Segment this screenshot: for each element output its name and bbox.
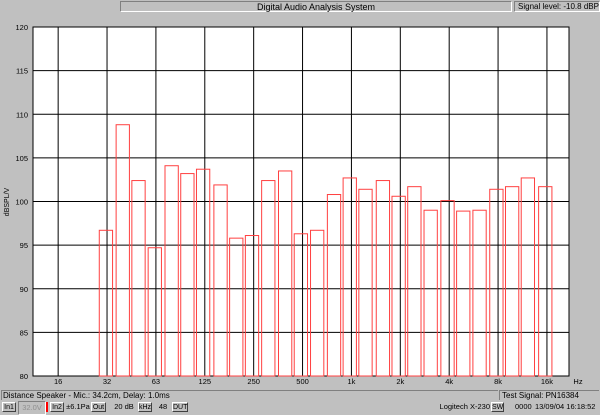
x-tick-label: 16k xyxy=(541,377,553,386)
y-tick-labels: 80 85 90 95 100 105 110 115 120 xyxy=(15,23,28,381)
gain-readout: 20 dB xyxy=(114,402,134,411)
input2-pressure: ±6.1Pa xyxy=(66,402,90,411)
x-tick-label: 4k xyxy=(445,377,453,386)
x-tick-label: 16 xyxy=(54,377,62,386)
x-tick-label: 125 xyxy=(199,377,212,386)
x-tick-label: 63 xyxy=(152,377,160,386)
x-tick-label: 1k xyxy=(347,377,355,386)
y-tick-label: 100 xyxy=(15,198,28,207)
y-tick-label: 105 xyxy=(15,154,28,163)
x-axis-unit-label: Hz xyxy=(573,377,582,386)
input-level-indicator xyxy=(46,402,48,412)
window-title: Digital Audio Analysis System xyxy=(120,1,512,12)
sw-button[interactable]: SW xyxy=(491,402,504,412)
dut-button[interactable]: DUT xyxy=(172,402,188,412)
counter-readout: 0000 xyxy=(515,402,532,411)
x-tick-labels: 16 32 63 125 250 500 1k 2k 4k 8k 16k xyxy=(54,377,553,386)
y-tick-label: 90 xyxy=(20,285,28,294)
y-tick-label: 110 xyxy=(16,110,28,119)
x-tick-label: 2k xyxy=(396,377,404,386)
x-tick-label: 500 xyxy=(296,377,309,386)
y-tick-label: 85 xyxy=(20,328,28,337)
sample-rate-readout: 48 xyxy=(158,402,168,411)
y-axis-label: dBSPL/V xyxy=(4,187,11,216)
x-tick-label: 8k xyxy=(494,377,502,386)
status-bar-top: Distance Speaker - Mic.: 34.2cm, Delay: … xyxy=(0,390,600,400)
distance-delay-status: Distance Speaker - Mic.: 34.2cm, Delay: … xyxy=(1,390,498,400)
y-tick-label: 80 xyxy=(20,372,28,381)
y-tick-label: 95 xyxy=(20,241,28,250)
device-name: Logitech X-230 xyxy=(439,402,490,411)
frequency-response-chart: 80859095100105110115120 16 32 63 125 250 500 1… xyxy=(4,23,583,386)
signal-level-readout: Signal level: -10.8 dBPa xyxy=(514,1,600,12)
title-bar: Digital Audio Analysis System Signal lev… xyxy=(0,0,600,13)
date-time: 13/09/04 16:18:52 xyxy=(535,402,596,411)
input1-button[interactable]: In1 xyxy=(2,402,16,412)
y-tick-label: 120 xyxy=(15,23,28,32)
x-tick-label: 32 xyxy=(103,377,111,386)
toolbar-bottom: In1 32.0V In2 ±6.1Pa Out 20 dB kHz 48 DU… xyxy=(0,401,600,415)
x-tick-label: 250 xyxy=(247,377,260,386)
test-signal-status: Test Signal: PN16384 xyxy=(499,390,599,400)
output-button[interactable]: Out xyxy=(91,402,106,412)
input2-button[interactable]: In2 xyxy=(50,402,64,412)
y-tick-label: 115 xyxy=(16,67,28,76)
khz-button[interactable]: kHz xyxy=(138,402,152,412)
